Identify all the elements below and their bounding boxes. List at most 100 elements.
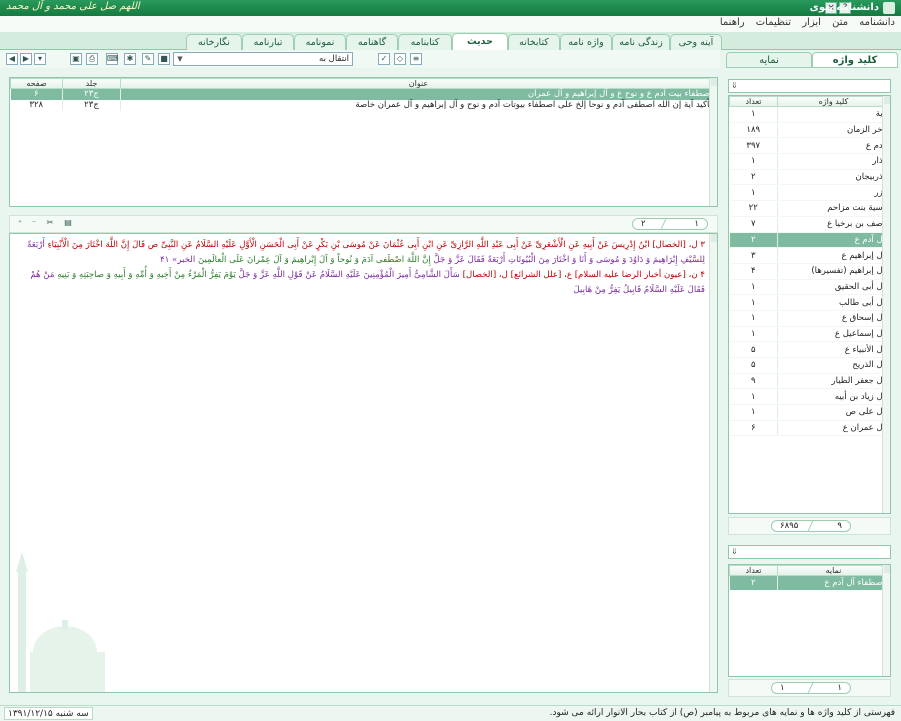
hadith-body: سَأَلَ الشَّامِیُّ أَمِیرَ الْمُؤْمِنِین… xyxy=(238,270,460,280)
print-icon[interactable]: ⎙ xyxy=(86,53,98,65)
index-scrollbar[interactable] xyxy=(882,565,890,676)
cell-count: ۶ xyxy=(729,420,778,437)
index-table: تعداد نمایه ۲ اصطفاء آل آدم ع xyxy=(728,564,891,677)
header-index[interactable]: نمایه xyxy=(777,565,890,576)
font-up-icon[interactable]: ⁺ xyxy=(14,218,26,230)
cell-keyword: آل أبی طالب xyxy=(777,294,890,311)
stop-icon[interactable]: ■ xyxy=(158,53,170,65)
highlight-icon[interactable]: ✂ xyxy=(44,218,56,230)
bookmark-icon[interactable]: ▣ xyxy=(70,53,82,65)
hadith-source: ۳ ل، [الخصال] xyxy=(652,240,705,250)
list-item[interactable]: ۷ آصف بن برخیا ع xyxy=(729,216,890,233)
cell-keyword: آل أبی الحقیق xyxy=(777,279,890,296)
tab-index[interactable]: نمایه xyxy=(726,52,812,68)
results-table: صفحه جلد عنوان ۶ ج۲۳ اصطفاء بیت آدم ع و … xyxy=(9,77,718,207)
menu-tools[interactable]: ابزار xyxy=(802,17,821,28)
tab-hadith[interactable]: حدیث xyxy=(452,33,508,51)
keyword-pager[interactable]: ۶۸۹۵ ۹ xyxy=(771,520,851,532)
results-scrollbar[interactable] xyxy=(709,78,717,206)
index-search-input[interactable]: ⇓ xyxy=(728,545,891,559)
list-item[interactable]: ۲ آذربیجان xyxy=(729,169,890,186)
cell-count: ۴ xyxy=(729,263,778,280)
pager-current[interactable]: ۹ xyxy=(837,521,842,531)
cell-count: ۱ xyxy=(729,279,778,296)
tab-tabarnameh[interactable]: تبارنامه xyxy=(242,34,294,50)
filter-icon[interactable]: ⇓ xyxy=(731,547,741,557)
menu-settings[interactable]: تنظیمات xyxy=(756,17,791,28)
status-message: فهرستی از کلید واژه ها و نمایه های مربوط… xyxy=(549,708,895,718)
list-item[interactable]: ۱ آل إسماعیل ع xyxy=(729,326,890,343)
list-item[interactable]: ۳۹۷ آدم ع xyxy=(729,137,890,155)
back-icon[interactable]: ◀ xyxy=(6,53,18,65)
keyword-scrollbar[interactable] xyxy=(882,96,890,513)
goto-combo[interactable]: انتقال به ▼ xyxy=(173,52,353,66)
tab-ketabnameh[interactable]: کتابنامه xyxy=(398,34,452,50)
list-item[interactable]: ۱ آل أبی طالب xyxy=(729,294,890,311)
menu-text[interactable]: متن xyxy=(832,17,848,28)
cell-volume: ج۲۳ xyxy=(62,88,121,100)
tab-namunameh[interactable]: نمونامه xyxy=(294,34,346,50)
font-down-icon[interactable]: ⁻ xyxy=(28,218,40,230)
list-item[interactable]: ۵ آل الذریح xyxy=(729,357,890,374)
edit-icon[interactable]: ✎ xyxy=(142,53,154,65)
tab-ayene-vahy[interactable]: آینه وحی xyxy=(670,34,722,50)
refresh-icon[interactable]: ▾ xyxy=(34,53,46,65)
cell-count: ۳۹۷ xyxy=(729,137,778,155)
cell-keyword: آل آدم ع xyxy=(777,232,890,249)
header-volume[interactable]: جلد xyxy=(62,78,121,89)
header-title[interactable]: عنوان xyxy=(120,78,717,89)
filter-icon[interactable]: ⇓ xyxy=(731,81,741,91)
list-item[interactable]: ۱ آل إسحاق ع xyxy=(729,310,890,327)
settings-icon[interactable]: ✱ xyxy=(124,53,136,65)
list-item[interactable]: ۱ آذار xyxy=(729,153,890,170)
menu-bar: دانشنامه متن ابزار تنظیمات راهنما xyxy=(0,16,901,32)
list-item[interactable]: ۲۲ آسیة بنت مزاحم xyxy=(729,200,890,217)
header-count[interactable]: تعداد xyxy=(729,96,778,107)
status-date: سه شنبه ۱۳۹۱/۱۲/۱۵ xyxy=(4,707,93,720)
results-pager[interactable]: ۲ ۱ xyxy=(632,218,708,230)
list-item[interactable]: ۱۸۹ آخر الزمان xyxy=(729,122,890,139)
table-row[interactable]: ۳۲۸ ج۲۳ تأکید آیة إن الله اصطفی آدم و نو… xyxy=(10,99,717,111)
index-pager[interactable]: ۱ ۱ xyxy=(771,682,851,694)
list-item[interactable]: ۱ آزر xyxy=(729,184,890,202)
forward-icon[interactable]: ▶ xyxy=(20,53,32,65)
list-item[interactable]: ۱ آل علی ص xyxy=(729,404,890,421)
header-page[interactable]: صفحه xyxy=(10,78,63,89)
pager-current[interactable]: ۱ xyxy=(694,219,699,229)
chevron-down-icon[interactable]: ▼ xyxy=(175,54,185,64)
list-item[interactable]: ۵ آل الأنبیاء ع xyxy=(729,341,890,358)
header-keyword[interactable]: کلید واژه xyxy=(777,96,890,107)
list-item[interactable]: ۲ اصطفاء آل آدم ع xyxy=(729,575,890,590)
copy-icon[interactable]: ▤ xyxy=(62,218,74,230)
eraser-icon[interactable]: ◇ xyxy=(394,53,406,65)
tab-ketabkhaneh[interactable]: کتابخانه xyxy=(508,34,560,50)
tab-vajeh-name[interactable]: واژه نامه xyxy=(560,34,612,50)
menu-help[interactable]: راهنما xyxy=(720,17,745,28)
keyword-search-input[interactable]: ⇓ xyxy=(728,79,891,93)
tab-gahnameh[interactable]: گاهنامه xyxy=(346,34,398,50)
header-count[interactable]: تعداد xyxy=(729,565,778,576)
cell-keyword: آل إسماعیل ع xyxy=(777,326,890,343)
pager-current[interactable]: ۱ xyxy=(837,683,842,693)
list-item[interactable]: ۳ آل إبراهیم ع xyxy=(729,247,890,264)
list-item[interactable]: ۹ آل جعفر الطیار xyxy=(729,373,890,390)
list-item[interactable]: ۲ آل آدم ع xyxy=(729,232,890,249)
tab-keyword[interactable]: کلید واژه xyxy=(812,52,898,68)
list-item[interactable]: ۴ آل إبراهیم (تفسیرها) xyxy=(729,263,890,280)
table-row[interactable]: ۶ ج۲۳ اصطفاء بیت آدم ع و نوح ع و آل إبرا… xyxy=(10,88,717,100)
keyboard-icon[interactable]: ⌨ xyxy=(106,53,119,65)
list-item[interactable]: ۱ آیة xyxy=(729,106,890,123)
list-item[interactable]: ۶ آل عمران ع xyxy=(729,420,890,437)
tab-negarkhaneh[interactable]: نگارخانه xyxy=(186,34,242,50)
tab-zendegi-name[interactable]: زندگی نامه xyxy=(612,34,670,50)
cell-keyword: آیة xyxy=(777,106,890,123)
list-item[interactable]: ۱ آل زیاد بن أبیه xyxy=(729,388,890,406)
cell-keyword: آسیة بنت مزاحم xyxy=(777,200,890,217)
cell-volume: ج۲۳ xyxy=(62,99,121,111)
cell-keyword: آذربیجان xyxy=(777,169,890,186)
check-icon[interactable]: ✓ xyxy=(378,53,390,65)
list-item[interactable]: ۱ آل أبی الحقیق xyxy=(729,279,890,296)
menu-encyclopedia[interactable]: دانشنامه xyxy=(859,17,895,28)
text-scrollbar[interactable] xyxy=(709,234,717,692)
list-icon[interactable]: ≡ xyxy=(410,53,422,65)
